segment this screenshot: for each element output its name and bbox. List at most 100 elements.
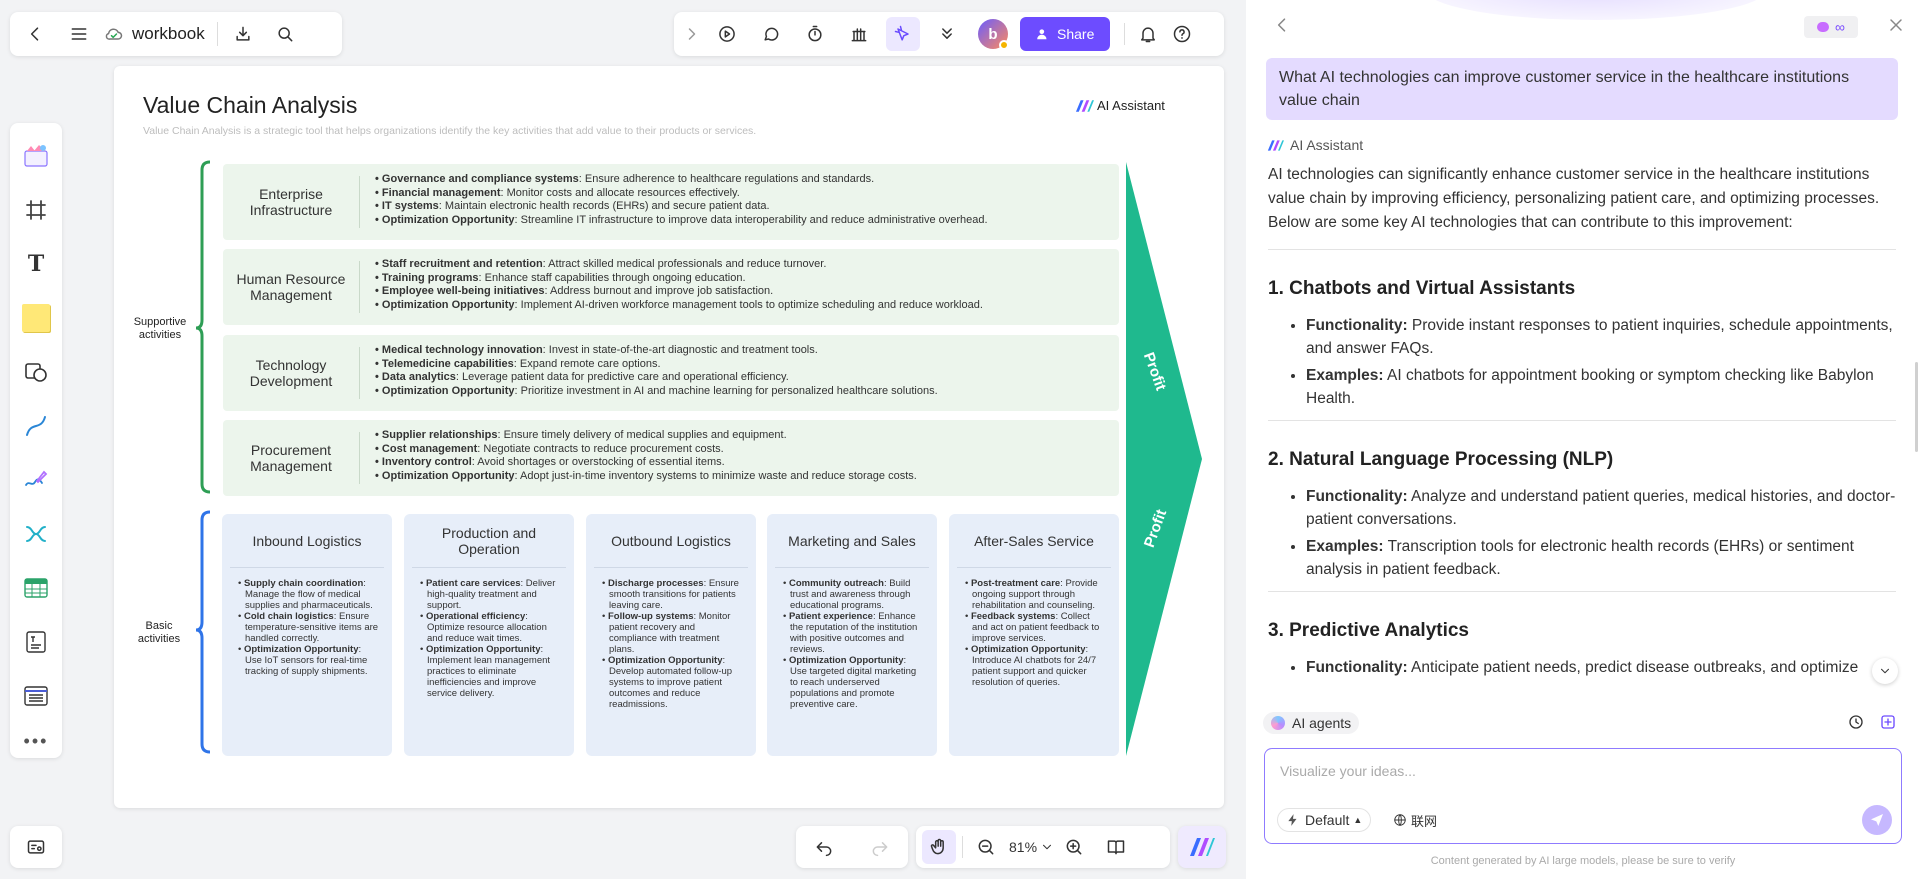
list-item: IT systems: Maintain electronic health r… [375,200,1109,214]
pen-tool[interactable] [10,453,62,507]
list-item: Supply chain coordination: Manage the fl… [238,578,380,611]
basic-brace [195,510,211,754]
help-icon[interactable] [1165,17,1199,51]
back-icon[interactable] [18,17,52,51]
ai-agents-button[interactable]: AI agents [1263,712,1360,734]
shape-icon [25,363,47,382]
list-item: Telemedicine capabilities: Expand remote… [375,358,1109,372]
user-add-icon [1037,29,1047,40]
activity-braces [195,160,211,754]
shape-tool[interactable] [10,345,62,399]
list-item: Financial management: Monitor costs and … [375,187,1109,201]
chat-input-box[interactable]: Visualize your ideas... Default ▲ 联网 [1264,748,1902,844]
list-item: Optimization Opportunity: Use IoT sensor… [238,644,380,677]
web-search-toggle[interactable]: 联网 [1385,808,1445,832]
assistant-answer: AI technologies can significantly enhanc… [1268,163,1896,711]
redo-icon[interactable] [863,830,897,864]
list-item: Governance and compliance systems: Ensur… [375,173,1109,187]
sticky-note-tool[interactable] [10,291,62,345]
close-panel-icon[interactable] [1884,10,1908,40]
row-label: Enterprise Infrastructure [249,186,333,218]
template-tool[interactable] [10,129,62,183]
text-tool[interactable]: T [10,237,62,291]
table-tool[interactable] [10,561,62,615]
bell-icon[interactable] [1131,17,1165,51]
scroll-down-button[interactable] [1872,658,1898,684]
panel-back-icon[interactable] [1270,10,1294,40]
list-item: Optimization Opportunity: Use targeted d… [783,655,925,710]
minimap-button-bar [10,826,62,868]
share-button[interactable]: Share [1020,17,1111,51]
minimap-icon[interactable] [19,830,53,864]
list-tool[interactable] [10,669,62,723]
menu-icon[interactable] [62,17,96,51]
timer-icon[interactable] [798,17,832,51]
list-item: Staff recruitment and retention: Attract… [375,258,1109,272]
download-icon[interactable] [226,17,260,51]
chevron-right-icon[interactable] [680,17,704,51]
supportive-row[interactable]: Enterprise Infrastructure Governance and… [223,164,1119,240]
supportive-row[interactable]: Technology Development Medical technolog… [223,335,1119,411]
divider [1268,591,1896,592]
basic-column[interactable]: Production and Operation Patient care se… [404,514,574,756]
zoom-bar: 81% [916,826,1170,868]
section-heading: 3. Predictive Analytics [1268,620,1470,641]
user-message-bubble: What AI technologies can improve custome… [1266,58,1898,120]
document-tool[interactable] [10,615,62,669]
section-heading: 1. Chatbots and Virtual Assistants [1268,278,1576,299]
list-item: Supplier relationships: Ensure timely de… [375,429,1109,443]
connector-tool[interactable] [10,399,62,453]
chevron-down-icon [1880,668,1890,674]
list-item: Cold chain logistics: Ensure temperature… [238,611,380,644]
panel-mode-switch[interactable]: ∞ [1804,16,1858,38]
chevron-down-icon[interactable] [1037,830,1057,864]
supportive-row[interactable]: Human Resource Management Staff recruitm… [223,249,1119,325]
vote-icon[interactable] [842,17,876,51]
whiteboard-canvas[interactable]: Value Chain Analysis Value Chain Analysi… [114,66,1224,808]
ai-assistant-toggle[interactable] [1178,826,1226,868]
comment-icon[interactable] [754,17,788,51]
top-left-toolbar: workbook [10,12,342,56]
basic-column[interactable]: After-Sales Service Post-treatment care:… [949,514,1119,756]
laser-pointer-icon[interactable] [886,17,920,51]
ai-assistant-logo-icon [1075,99,1094,112]
zoom-in-icon[interactable] [1057,830,1091,864]
divider [1268,420,1896,421]
present-icon[interactable] [710,17,744,51]
frame-tool[interactable] [10,183,62,237]
basic-column[interactable]: Inbound Logistics Supply chain coordinat… [222,514,392,756]
row-label: Technology Development [249,357,333,389]
history-icon[interactable] [1844,710,1868,734]
send-button[interactable] [1862,805,1892,835]
list-item: Patient experience: Enhance the reputati… [783,611,925,655]
avatar[interactable]: b [978,19,1009,50]
book-view-icon[interactable] [1099,830,1133,864]
zoom-out-icon[interactable] [969,830,1003,864]
basic-column[interactable]: Marketing and Sales Community outreach: … [767,514,937,756]
column-title: Inbound Logistics [230,514,384,568]
list-item: Feedback systems: Collect and act on pat… [965,611,1107,644]
list-item: Functionality: Provide instant responses… [1306,314,1896,360]
diagram-title[interactable]: Value Chain Analysis [143,92,357,119]
column-items: Supply chain coordination: Manage the fl… [222,568,392,677]
zoom-level[interactable]: 81% [1009,839,1037,855]
undo-icon[interactable] [807,830,841,864]
brand-logo: AI Assistant [1075,98,1165,113]
hand-tool-icon[interactable] [922,830,956,864]
search-icon[interactable] [268,17,302,51]
new-chat-icon[interactable] [1876,710,1900,734]
list-item: Cost management: Negotiate contracts to … [375,443,1109,457]
chat-scrollbar[interactable] [1915,362,1918,452]
column-items: Community outreach: Build trust and awar… [767,568,937,710]
more-chevrons-icon[interactable] [930,17,964,51]
mindmap-tool[interactable] [10,507,62,561]
chat-input-placeholder[interactable]: Visualize your ideas... [1280,763,1416,779]
model-select[interactable]: Default ▲ [1277,808,1372,832]
supportive-row[interactable]: Procurement Management Supplier relation… [223,420,1119,496]
list-item: Training programs: Enhance staff capabil… [375,272,1109,286]
more-tools[interactable]: ••• [10,723,62,759]
list-item: Inventory control: Avoid shortages or ov… [375,456,1109,470]
assistant-header: AI Assistant [1267,137,1363,153]
basic-column[interactable]: Outbound Logistics Discharge processes: … [586,514,756,756]
document-title[interactable]: workbook [132,22,218,46]
